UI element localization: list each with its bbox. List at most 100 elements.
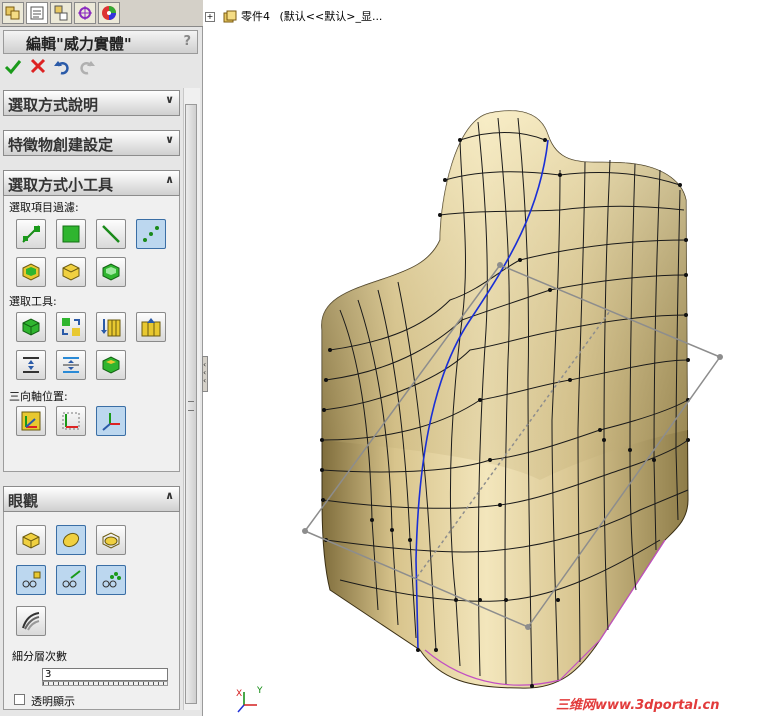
- checkmark-icon: [4, 60, 22, 75]
- property-manager-title-bar: 編輯"威力實體" ?: [3, 30, 198, 54]
- redo-button[interactable]: [77, 58, 97, 78]
- subdivision-level-input[interactable]: 3: [42, 668, 168, 681]
- grid-up-icon: [141, 318, 161, 337]
- tree-part-label[interactable]: 零件4: [241, 10, 270, 23]
- page-title: 編輯"威力實體": [26, 35, 132, 53]
- select-up-down-button[interactable]: [16, 350, 46, 380]
- edge-vertex-filter-icon: [22, 225, 40, 243]
- glasses-edge-icon: [62, 570, 81, 588]
- group-selection-tools[interactable]: 選取方式小工具 ∧: [3, 170, 180, 196]
- triad-global-icon: [21, 411, 41, 431]
- display-edge-cage-button[interactable]: [56, 565, 86, 595]
- group-feature-settings-label: 特徵物創建設定: [8, 136, 114, 154]
- undo-button[interactable]: [52, 58, 72, 78]
- close-icon: [30, 58, 46, 74]
- tree-config-label[interactable]: (默认<<默认>_显...: [280, 10, 383, 23]
- yellow-face-icon: [22, 263, 40, 281]
- crosshair-icon: [78, 6, 92, 20]
- chevron-up-icon[interactable]: ∧: [165, 489, 174, 502]
- manager-tabs: [0, 0, 203, 27]
- tab-feature-manager[interactable]: [2, 2, 24, 24]
- stacked-layers-icon: [22, 612, 40, 631]
- select-ring-button[interactable]: [96, 312, 126, 342]
- display-shaded-cage-button[interactable]: [16, 525, 46, 555]
- tab-configuration-manager[interactable]: [50, 2, 72, 24]
- ok-button[interactable]: [3, 58, 23, 78]
- tab-display-manager[interactable]: [98, 2, 120, 24]
- smooth-blob-icon: [62, 532, 80, 548]
- expand-icon[interactable]: +: [205, 12, 215, 22]
- tab-property-manager[interactable]: [26, 2, 48, 24]
- view-triad: Y X: [236, 686, 263, 713]
- face-filter-icon: [62, 225, 80, 243]
- display-both-button[interactable]: [96, 525, 126, 555]
- glasses-points-icon: [102, 572, 121, 588]
- select-shell-button[interactable]: [96, 350, 126, 380]
- group-display-label: 眼觀: [8, 492, 39, 510]
- group-selection-help[interactable]: 選取方式說明 ∨: [3, 90, 180, 116]
- property-manager-icon: [30, 6, 44, 20]
- filter-vertex-button[interactable]: [136, 219, 166, 249]
- filter-yellow-solid-button[interactable]: [56, 257, 86, 287]
- chevron-down-icon[interactable]: ∨: [165, 133, 174, 146]
- display-points-cage-button[interactable]: [96, 565, 126, 595]
- vertex-filter-icon: [143, 226, 159, 242]
- triad-y-label: Y: [256, 686, 263, 696]
- filter-yellow-face-button[interactable]: [16, 257, 46, 287]
- arrows-between-icon: [63, 357, 79, 373]
- select-all-button[interactable]: [16, 312, 46, 342]
- select-between-button[interactable]: [56, 350, 86, 380]
- feature-tree-icon: [5, 6, 20, 20]
- glasses-vertex-icon: [22, 571, 41, 588]
- triad-local-button[interactable]: [56, 406, 86, 436]
- shaded-box-icon: [22, 532, 40, 549]
- triad-local-icon: [62, 412, 80, 430]
- group-feature-settings[interactable]: 特徵物創建設定 ∨: [3, 130, 180, 156]
- green-face-icon: [102, 263, 120, 281]
- group-selection-help-label: 選取方式說明: [8, 96, 99, 114]
- scrollbar-thumb[interactable]: [185, 104, 197, 704]
- box-blob-icon: [102, 532, 120, 549]
- undo-icon: [54, 61, 69, 75]
- swap-grid-icon: [62, 318, 80, 336]
- display-vertex-cage-button[interactable]: [16, 565, 46, 595]
- filter-edge-button[interactable]: [96, 219, 126, 249]
- help-button[interactable]: ?: [183, 34, 191, 49]
- select-swap-button[interactable]: [56, 312, 86, 342]
- power-solid-model[interactable]: [320, 110, 690, 689]
- transparency-checkbox[interactable]: [14, 694, 25, 705]
- display-shaded-smooth-button[interactable]: [56, 525, 86, 555]
- panel-splitter[interactable]: ‹ ‹ ‹: [202, 356, 208, 392]
- grid-arrow-icon: [101, 319, 121, 337]
- filter-green-face-button[interactable]: [96, 257, 126, 287]
- triad-axes-icon: [102, 413, 120, 431]
- graphics-viewport[interactable]: Y X: [203, 0, 775, 716]
- feature-tree-flyout[interactable]: + 零件4 (默认<<默认>_显...: [205, 8, 382, 24]
- transparency-label: 透明顯示: [31, 695, 75, 708]
- tab-dimxpert-manager[interactable]: [74, 2, 96, 24]
- redo-icon: [80, 61, 95, 75]
- selection-filter-label: 選取項目過濾:: [9, 201, 79, 214]
- part-icon: [223, 10, 236, 23]
- triad-global-button[interactable]: [16, 406, 46, 436]
- arrows-vertical-icon: [23, 357, 39, 373]
- collapse-arrow-icon: ‹ ‹ ‹: [203, 360, 207, 385]
- green-shell-icon: [102, 356, 120, 374]
- display-layers-button[interactable]: [16, 606, 46, 636]
- select-grow-button[interactable]: [136, 312, 166, 342]
- configuration-manager-icon: [54, 5, 68, 21]
- triad-selection-button[interactable]: [96, 406, 126, 436]
- color-wheel-icon: [102, 6, 116, 20]
- group-display[interactable]: 眼觀 ∧: [3, 486, 180, 512]
- triad-x-label: X: [236, 689, 242, 699]
- yellow-solid-icon: [62, 263, 80, 281]
- chevron-down-icon[interactable]: ∨: [165, 93, 174, 106]
- subdivision-level-slider[interactable]: [42, 681, 168, 686]
- filter-edge-vertex-button[interactable]: [16, 219, 46, 249]
- green-cube-icon: [22, 318, 40, 336]
- chevron-up-icon[interactable]: ∧: [165, 173, 174, 186]
- filter-face-button[interactable]: [56, 219, 86, 249]
- watermark: 三维网www.3dportal.cn: [556, 698, 720, 713]
- subdivision-level-label: 細分層次數: [12, 650, 67, 663]
- cancel-button[interactable]: [28, 58, 48, 78]
